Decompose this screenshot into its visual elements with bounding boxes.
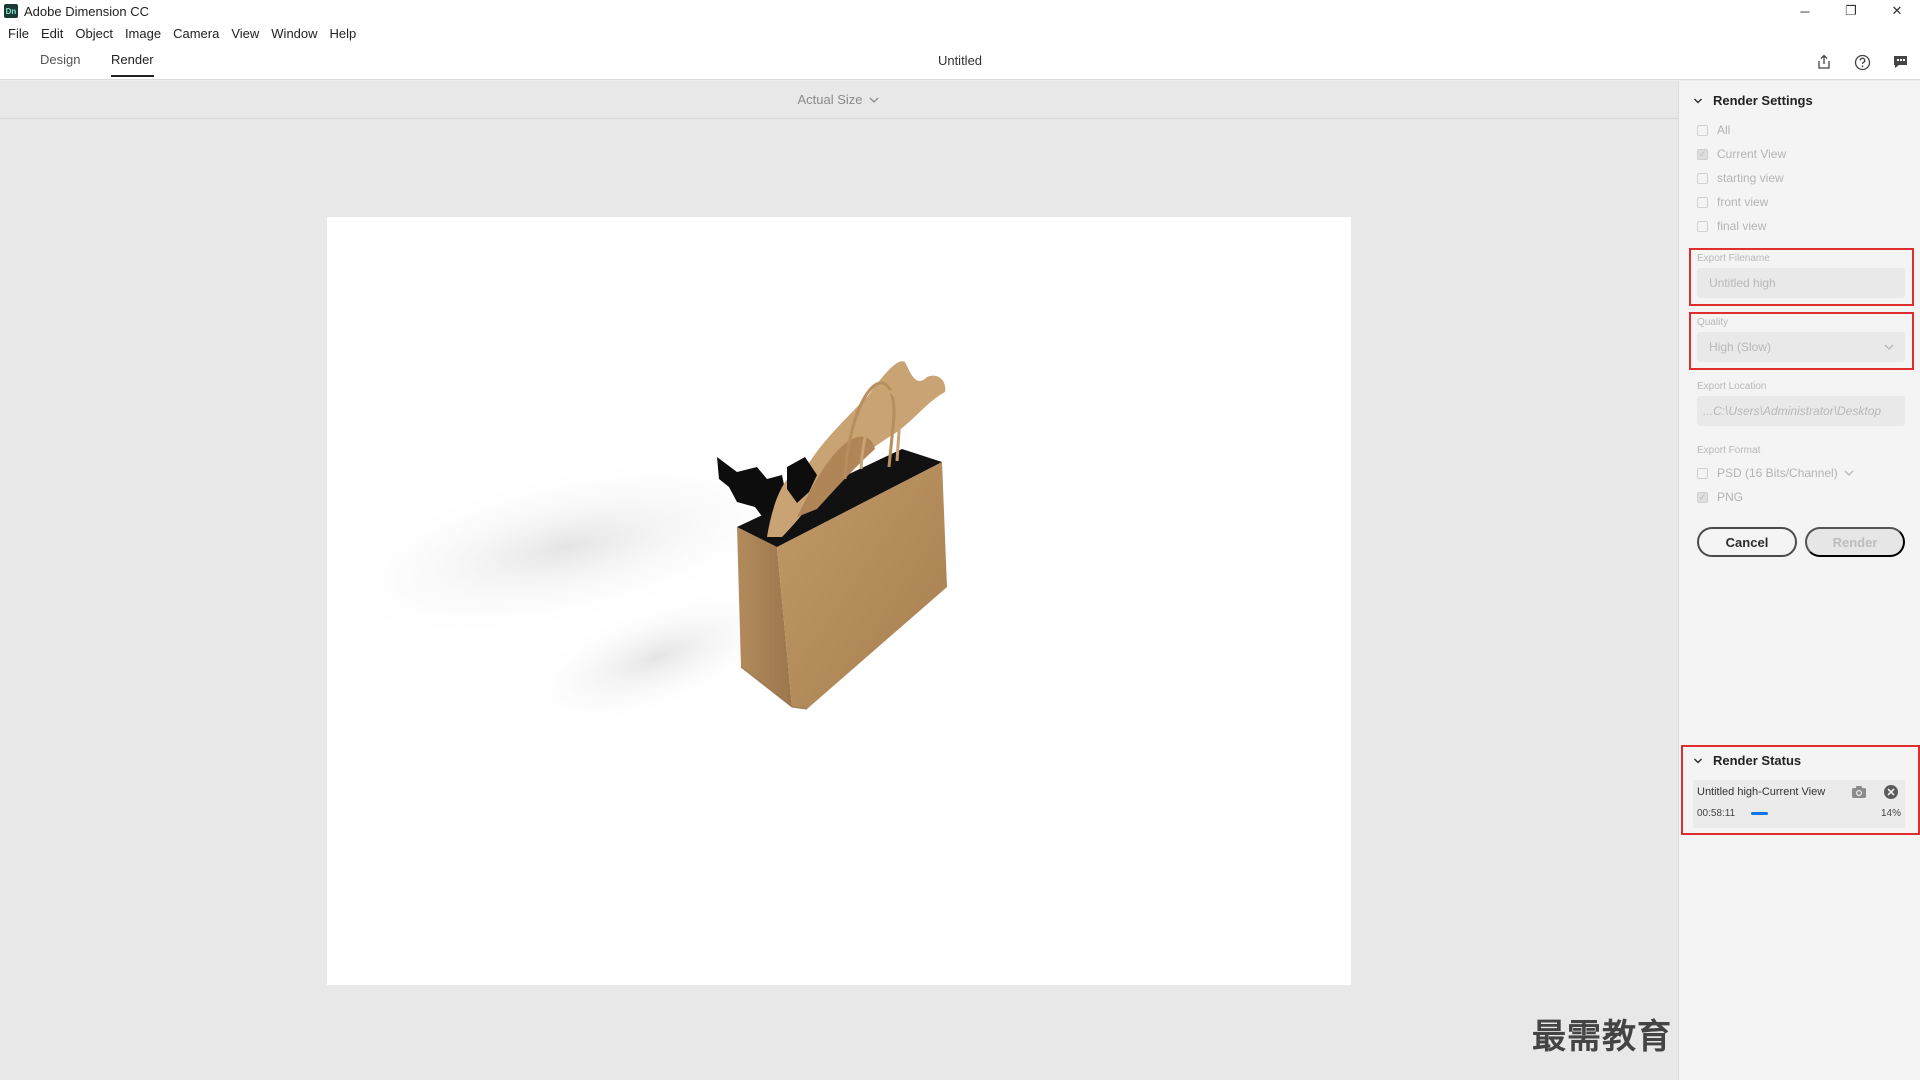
chevron-down-icon xyxy=(1693,97,1703,105)
canvas-area: Actual Size 最需教育 xyxy=(0,81,1678,1080)
format-option-psd[interactable]: PSD (16 Bits/Channel) xyxy=(1697,466,1855,480)
render-elapsed-time: 00:58:11 xyxy=(1697,808,1736,819)
render-button[interactable]: Render xyxy=(1805,527,1905,557)
render-progress-fill xyxy=(1751,812,1768,815)
zoom-label: Actual Size xyxy=(797,92,863,107)
quality-select[interactable]: High (Slow) xyxy=(1697,332,1905,362)
tab-render[interactable]: Render xyxy=(111,52,154,77)
menu-help[interactable]: Help xyxy=(324,26,363,41)
watermark-text: 最需教育 xyxy=(1532,1017,1672,1057)
view-option-final-view[interactable]: final view xyxy=(1697,219,1766,233)
menu-camera[interactable]: Camera xyxy=(167,26,225,41)
render-status-header[interactable]: Render Status xyxy=(1693,753,1801,768)
checkbox[interactable]: ✓ xyxy=(1697,148,1708,160)
cancel-job-icon[interactable] xyxy=(1883,784,1899,805)
export-location-field[interactable]: ...C:\Users\Administrator\Desktop xyxy=(1697,396,1905,426)
app-logo-icon: Dn xyxy=(4,4,18,18)
render-settings-panel: Render Settings All ✓ Current View start… xyxy=(1678,81,1920,1080)
menu-object[interactable]: Object xyxy=(69,26,119,41)
menu-bar: File Edit Object Image Camera View Windo… xyxy=(0,22,1920,44)
view-option-label: starting view xyxy=(1717,171,1784,185)
shopping-bag-render xyxy=(327,361,947,730)
view-option-label: All xyxy=(1717,123,1731,137)
comment-icon[interactable] xyxy=(1890,52,1910,72)
export-filename-label: Export Filename xyxy=(1697,253,1770,264)
render-progress-bar xyxy=(1751,812,1871,815)
camera-icon[interactable] xyxy=(1851,785,1867,804)
view-option-label: final view xyxy=(1717,219,1767,233)
menu-view[interactable]: View xyxy=(225,26,265,41)
chevron-down-icon xyxy=(1884,344,1894,350)
chevron-down-icon xyxy=(1693,757,1703,765)
view-option-current-view[interactable]: ✓ Current View xyxy=(1697,147,1786,161)
render-status-title: Render Status xyxy=(1713,753,1802,768)
window-controls: ─ ❐ ✕ xyxy=(1782,0,1920,22)
restore-button[interactable]: ❐ xyxy=(1828,0,1874,22)
tab-design[interactable]: Design xyxy=(40,52,80,75)
view-option-front-view[interactable]: front view xyxy=(1697,195,1768,209)
app-title: Adobe Dimension CC xyxy=(24,3,150,19)
share-icon[interactable] xyxy=(1814,52,1834,72)
export-location-label: Export Location xyxy=(1697,381,1767,392)
workspace-tab-bar: Design Render Untitled xyxy=(0,44,1920,80)
render-preview[interactable] xyxy=(327,217,1351,985)
export-format-label: Export Format xyxy=(1697,445,1761,456)
view-option-label: front view xyxy=(1717,195,1769,209)
title-bar: Dn Adobe Dimension CC ─ ❐ ✕ xyxy=(0,0,1920,22)
checkbox[interactable] xyxy=(1697,124,1708,136)
menu-edit[interactable]: Edit xyxy=(35,26,69,41)
export-filename-input[interactable]: Untitled high xyxy=(1697,268,1905,298)
checkbox[interactable] xyxy=(1697,220,1708,232)
chevron-down-icon[interactable] xyxy=(1843,469,1855,477)
menu-file[interactable]: File xyxy=(2,26,35,41)
checkbox[interactable] xyxy=(1697,196,1708,208)
view-option-starting-view[interactable]: starting view xyxy=(1697,171,1784,185)
checkbox[interactable] xyxy=(1697,467,1708,479)
view-option-label: Current View xyxy=(1717,147,1787,161)
menu-image[interactable]: Image xyxy=(119,26,167,41)
quality-value: High (Slow) xyxy=(1709,340,1772,354)
checkbox[interactable]: ✓ xyxy=(1697,491,1708,503)
render-settings-header[interactable]: Render Settings xyxy=(1693,93,1813,108)
menu-window[interactable]: Window xyxy=(265,26,323,41)
document-title: Untitled xyxy=(937,53,983,68)
render-progress-percent: 14% xyxy=(1880,808,1901,819)
quality-label: Quality xyxy=(1697,317,1729,328)
format-option-png[interactable]: ✓ PNG xyxy=(1697,490,1743,504)
close-button[interactable]: ✕ xyxy=(1874,0,1920,22)
zoom-selector[interactable]: Actual Size xyxy=(0,81,1678,119)
format-option-label: PSD (16 Bits/Channel) xyxy=(1717,466,1838,480)
help-icon[interactable] xyxy=(1852,52,1872,72)
format-option-label: PNG xyxy=(1717,490,1744,504)
checkbox[interactable] xyxy=(1697,172,1708,184)
render-settings-title: Render Settings xyxy=(1713,93,1813,108)
minimize-button[interactable]: ─ xyxy=(1782,0,1828,22)
chevron-down-icon xyxy=(869,97,878,103)
render-job-item: Untitled high-Current View 00:58:11 14% xyxy=(1693,780,1905,828)
view-option-all[interactable]: All xyxy=(1697,123,1730,137)
render-job-name: Untitled high-Current View xyxy=(1697,786,1826,798)
cancel-button[interactable]: Cancel xyxy=(1697,527,1797,557)
